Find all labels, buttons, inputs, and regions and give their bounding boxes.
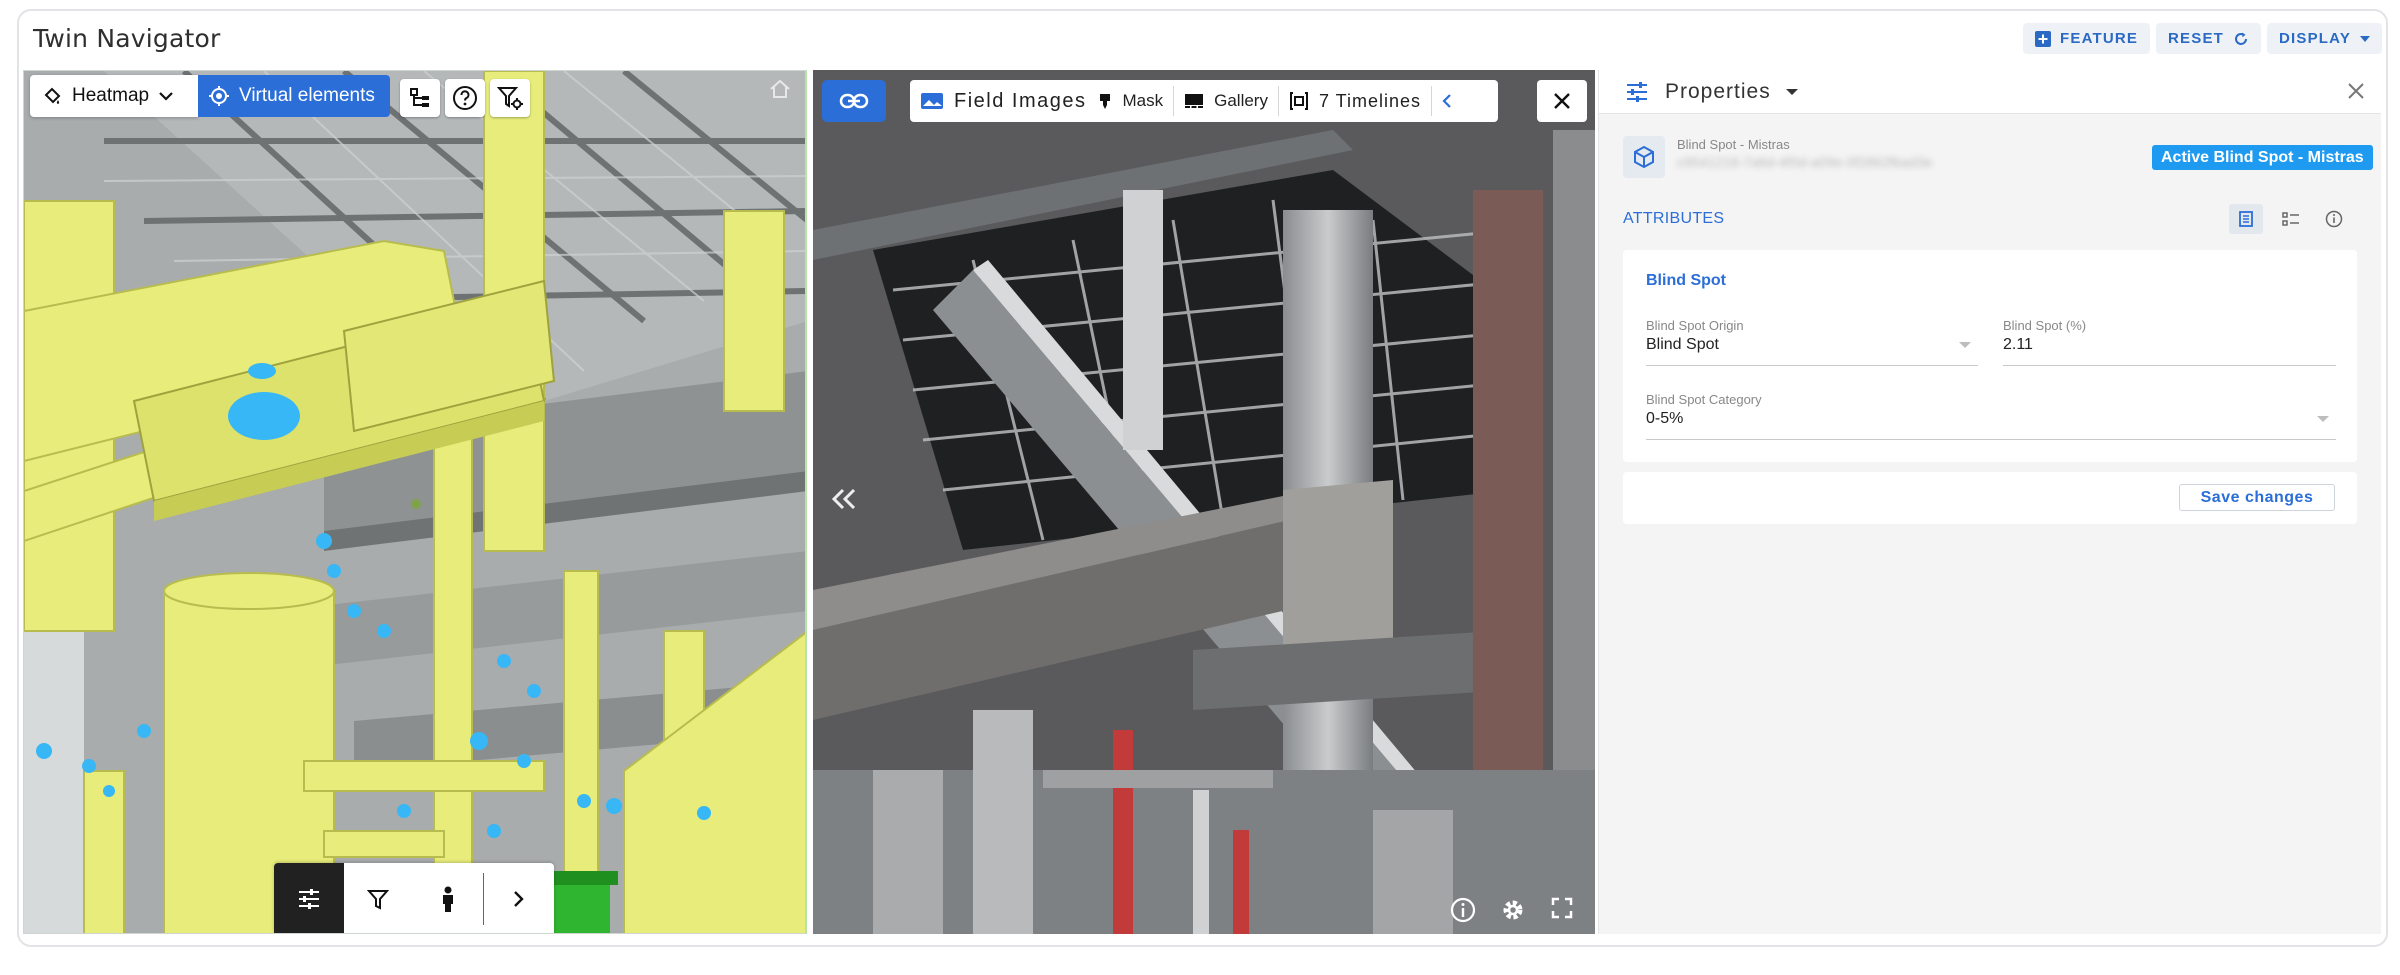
filter-settings-button[interactable] — [490, 79, 530, 117]
viewer-3d[interactable]: Heatmap Virtual elements — [23, 70, 807, 934]
fullscreen-icon[interactable] — [1550, 896, 1574, 920]
chevron-down-icon — [159, 92, 173, 101]
heatmap-label: Heatmap — [72, 85, 150, 106]
info-icon[interactable] — [1449, 896, 1477, 924]
tree-icon — [410, 88, 429, 107]
gallery-label: Gallery — [1214, 91, 1268, 110]
list-view-button[interactable] — [2276, 204, 2306, 234]
close-properties-icon[interactable] — [2347, 82, 2365, 100]
field-image-viewer[interactable]: Field Images Mask Gallery 7 Timelines — [813, 70, 1595, 934]
chevron-right-icon — [514, 891, 524, 907]
link-button[interactable] — [822, 80, 886, 122]
entity-id: c9541218-7a6d-4f0d-a09e-0f2862fbad3e — [1677, 154, 1933, 170]
properties-header: Properties — [1599, 70, 2381, 114]
tune-icon — [1627, 82, 1647, 102]
save-changes-button[interactable]: Save changes — [2179, 484, 2335, 511]
form-icon — [2239, 211, 2253, 227]
category-label: Blind Spot Category — [1646, 392, 1762, 407]
category-value: 0-5% — [1646, 410, 1684, 427]
viewer-toolbar: Heatmap Virtual elements — [30, 75, 390, 117]
list-icon — [2282, 212, 2299, 226]
properties-title[interactable]: Properties — [1665, 80, 1798, 104]
image-icon — [921, 93, 943, 109]
filter-button[interactable] — [344, 863, 414, 933]
blind-spot-card: Blind Spot Blind Spot Origin Blind Spot … — [1623, 250, 2357, 462]
target-icon — [209, 86, 229, 106]
timelines-button[interactable]: 7 Timelines — [1279, 80, 1431, 122]
mask-button[interactable]: Mask — [1097, 80, 1174, 122]
timeline-icon — [1289, 92, 1308, 110]
reset-label: RESET — [2168, 30, 2225, 47]
home-icon[interactable] — [769, 79, 791, 99]
cube-icon — [1634, 145, 1654, 169]
gallery-button[interactable]: Gallery — [1174, 80, 1278, 122]
field-images-bar: Field Images Mask Gallery 7 Timelines — [910, 80, 1498, 122]
paint-bucket-icon — [44, 87, 61, 104]
person-icon — [442, 886, 453, 912]
category-caret-icon — [2317, 416, 2329, 422]
category-select[interactable] — [1646, 439, 2336, 440]
add-box-icon — [2035, 30, 2051, 47]
percent-input[interactable] — [2003, 365, 2336, 366]
field-image — [813, 70, 1595, 934]
attributes-tab[interactable]: ATTRIBUTES — [1623, 210, 1724, 228]
close-icon — [1554, 93, 1570, 109]
display-button[interactable]: DISPLAY — [2267, 23, 2383, 54]
help-icon — [453, 86, 477, 110]
active-badge: Active Blind Spot - Mistras — [2152, 145, 2373, 170]
display-label: DISPLAY — [2279, 30, 2352, 47]
origin-select[interactable] — [1646, 365, 1978, 366]
properties-panel: Properties Blind Spot - Mistras c9541218… — [1598, 70, 2381, 934]
sliders-icon — [298, 889, 319, 909]
viewer-bottom-bar — [274, 863, 554, 933]
section-title: Blind Spot — [1646, 272, 1726, 289]
mask-label: Mask — [1122, 91, 1164, 110]
feature-label: FEATURE — [2060, 30, 2139, 47]
caret-down-icon — [1785, 89, 1798, 96]
form-view-button[interactable] — [2229, 204, 2263, 234]
origin-value: Blind Spot — [1646, 336, 1719, 353]
settings-gear-icon[interactable] — [1499, 896, 1527, 924]
help-button[interactable] — [445, 79, 485, 117]
percent-value[interactable]: 2.11 — [2003, 336, 2033, 354]
virtual-elements-label: Virtual elements — [239, 85, 375, 106]
field-images-label: Field Images — [954, 89, 1087, 112]
refresh-icon — [2235, 32, 2248, 45]
entity-subtitle: Blind Spot - Mistras — [1677, 137, 1790, 152]
tree-view-button[interactable] — [400, 79, 440, 117]
origin-label: Blind Spot Origin — [1646, 318, 1744, 333]
timelines-label: 7 Timelines — [1318, 90, 1422, 111]
percent-label: Blind Spot (%) — [2003, 318, 2087, 333]
walk-mode-button[interactable] — [413, 863, 483, 933]
actions-card: Save changes — [1623, 472, 2357, 524]
chevron-left-icon — [1442, 94, 1451, 108]
brush-icon — [1099, 94, 1110, 109]
feature-button[interactable]: FEATURE — [2023, 23, 2151, 54]
field-images-title: Field Images — [910, 80, 1097, 122]
entity-cube-icon — [1623, 136, 1665, 178]
expand-toolbar-button[interactable] — [484, 863, 554, 933]
filter-icon — [367, 890, 390, 910]
info-view-button[interactable] — [2319, 204, 2349, 234]
link-icon — [839, 93, 869, 109]
previous-image-icon[interactable] — [831, 488, 857, 510]
heatmap-dropdown[interactable]: Heatmap — [30, 75, 198, 117]
reset-button[interactable]: RESET — [2156, 23, 2262, 54]
info-icon — [2325, 210, 2343, 228]
scene-3d[interactable] — [24, 71, 807, 934]
virtual-elements-toggle[interactable]: Virtual elements — [198, 75, 390, 117]
app-title: Twin Navigator — [33, 24, 221, 53]
settings-sliders-button[interactable] — [274, 863, 344, 933]
close-image-viewer-button[interactable] — [1537, 80, 1587, 122]
collapse-bar-button[interactable] — [1432, 80, 1462, 122]
properties-title-label: Properties — [1665, 80, 1771, 103]
gallery-icon — [1185, 94, 1204, 108]
filter-gear-icon — [497, 87, 523, 110]
caret-down-icon — [2360, 35, 2371, 42]
origin-caret-icon — [1959, 342, 1971, 348]
